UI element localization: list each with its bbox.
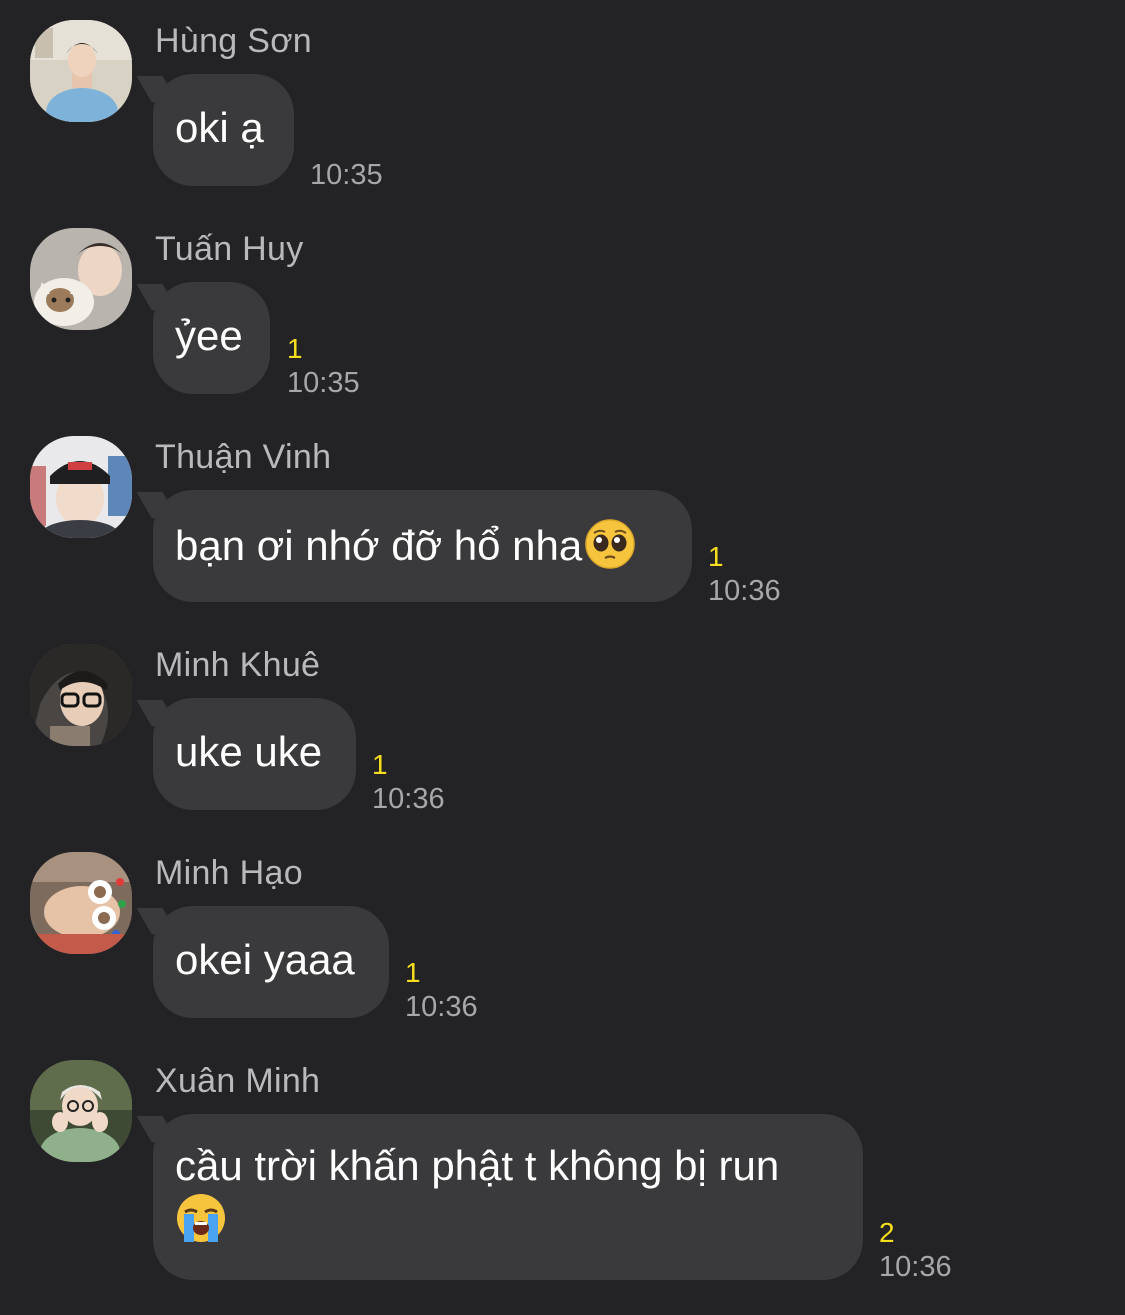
message-text: ỷee xyxy=(175,312,243,359)
message-text: oki ạ xyxy=(175,104,264,151)
message-meta: 1 10:36 xyxy=(372,749,445,817)
avatar[interactable] xyxy=(30,436,132,538)
unread-count: 1 xyxy=(708,541,724,572)
pleading-face-emoji xyxy=(584,518,636,570)
unread-count: 1 xyxy=(372,749,388,780)
sender-name: Tuấn Huy xyxy=(155,230,304,268)
sender-name: Minh Hạo xyxy=(155,854,303,892)
sender-name: Hùng Sơn xyxy=(155,22,313,60)
message-time: 10:36 xyxy=(708,575,781,607)
avatar[interactable] xyxy=(30,228,132,330)
message-meta: 1 10:36 xyxy=(405,957,478,1025)
message-meta: 1 10:35 xyxy=(287,333,360,401)
avatar[interactable] xyxy=(30,852,132,954)
message-bubble[interactable]: bạn ơi nhớ đỡ hổ nha xyxy=(153,490,692,602)
message-bubble[interactable]: ỷee xyxy=(153,282,270,394)
message-text: bạn ơi nhớ đỡ hổ nha xyxy=(175,522,583,569)
message-meta: 1 10:36 xyxy=(708,541,781,609)
sender-name: Thuận Vinh xyxy=(155,438,332,476)
message-bubble[interactable]: uke uke xyxy=(153,698,356,810)
message-time: 10:36 xyxy=(372,783,445,815)
message-bubble[interactable]: oki ạ xyxy=(153,74,294,186)
message-text: okei yaaa xyxy=(175,936,355,983)
message-time: 10:36 xyxy=(879,1251,952,1283)
message-text: uke uke xyxy=(175,728,323,775)
message-text: cầu trời khấn phật t không bị run xyxy=(175,1142,780,1189)
message-time: 10:35 xyxy=(310,159,383,191)
unread-count: 2 xyxy=(879,1217,895,1248)
message-time: 10:35 xyxy=(287,367,360,399)
unread-count: 1 xyxy=(287,333,303,364)
sender-name: Xuân Minh xyxy=(155,1062,321,1100)
avatar[interactable] xyxy=(30,20,132,122)
message-time: 10:36 xyxy=(405,991,478,1023)
message-meta: 2 10:36 xyxy=(879,1217,952,1285)
avatar[interactable] xyxy=(30,644,132,746)
loudly-crying-face-emoji xyxy=(175,1192,227,1244)
avatar[interactable] xyxy=(30,1060,132,1162)
message-meta: 10:35 xyxy=(310,125,383,193)
chat-message-list[interactable]: Hùng Sơn oki ạ 10:35 Tuấn Huy ỷee 1 10:3… xyxy=(0,0,1125,1315)
message-bubble[interactable]: okei yaaa xyxy=(153,906,389,1018)
unread-count xyxy=(310,125,383,157)
sender-name: Minh Khuê xyxy=(155,646,321,684)
message-bubble[interactable]: cầu trời khấn phật t không bị run xyxy=(153,1114,863,1280)
unread-count: 1 xyxy=(405,957,421,988)
